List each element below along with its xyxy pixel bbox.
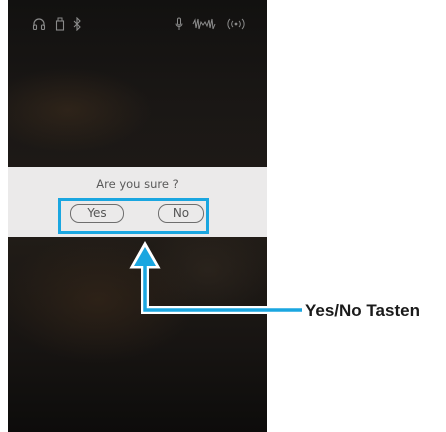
yes-button[interactable]: Yes	[70, 204, 124, 223]
audio-waveform-icon	[192, 18, 216, 30]
device-screen: Are you sure ? Yes No	[8, 0, 267, 432]
wireless-signal-icon	[227, 18, 245, 30]
callout-label: Yes/No Tasten	[305, 301, 420, 320]
confirmation-dialog: Are you sure ? Yes No	[8, 167, 267, 237]
no-button[interactable]: No	[158, 204, 204, 223]
bluetooth-icon	[73, 17, 81, 31]
headphones-icon	[32, 18, 46, 31]
microphone-icon	[175, 17, 183, 30]
usb-drive-icon	[55, 17, 65, 31]
status-bar	[8, 0, 267, 40]
figure-stage: Are you sure ? Yes No Yes/No Tasten	[0, 0, 446, 432]
dialog-message: Are you sure ?	[96, 177, 179, 191]
